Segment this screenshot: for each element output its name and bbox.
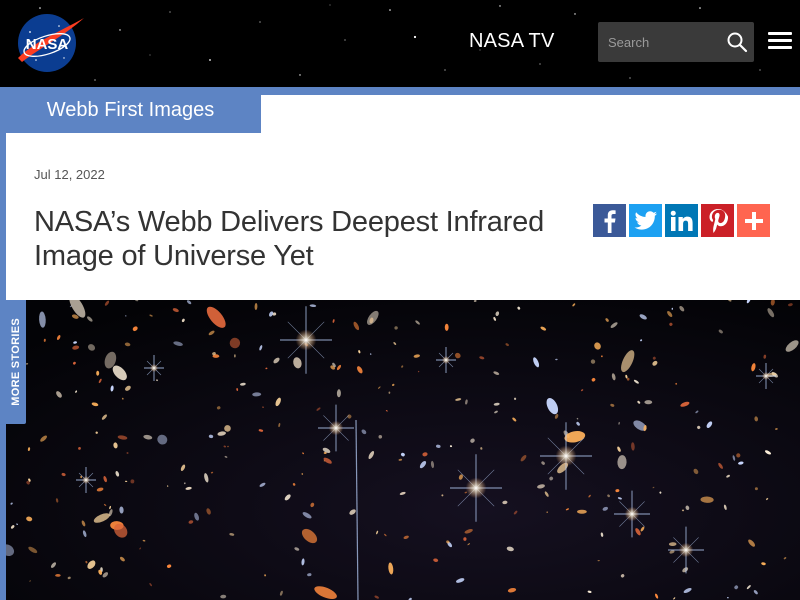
article-date: Jul 12, 2022 xyxy=(34,167,105,182)
facebook-share-button[interactable] xyxy=(593,204,626,237)
search-input[interactable] xyxy=(598,22,720,62)
webb-deep-field-image xyxy=(6,300,800,600)
article-title: NASA’s Webb Delivers Deepest Infrared Im… xyxy=(34,206,544,272)
plus-icon xyxy=(744,211,763,230)
twitter-share-button[interactable] xyxy=(629,204,662,237)
addthis-share-button[interactable] xyxy=(737,204,770,237)
linkedin-icon xyxy=(670,210,693,231)
facebook-icon xyxy=(604,209,616,233)
hamburger-menu-icon[interactable] xyxy=(768,32,792,54)
twitter-icon xyxy=(634,210,657,230)
svg-text:NASA: NASA xyxy=(26,36,69,53)
pinterest-icon xyxy=(709,208,728,233)
site-header: NASA NASA TV xyxy=(0,0,800,87)
pinterest-share-button[interactable] xyxy=(701,204,734,237)
linkedin-share-button[interactable] xyxy=(665,204,698,237)
topic-tag-webb-first-images[interactable]: Webb First Images xyxy=(0,87,261,133)
search-icon[interactable] xyxy=(726,31,748,53)
nasa-logo-icon[interactable]: NASA xyxy=(14,12,86,74)
deep-field-galaxies xyxy=(6,300,800,600)
nasa-tv-link[interactable]: NASA TV xyxy=(469,30,555,53)
more-stories-label: MORE STORIES xyxy=(10,318,22,406)
search-box xyxy=(598,22,754,62)
more-stories-tab[interactable]: MORE STORIES xyxy=(6,300,26,424)
